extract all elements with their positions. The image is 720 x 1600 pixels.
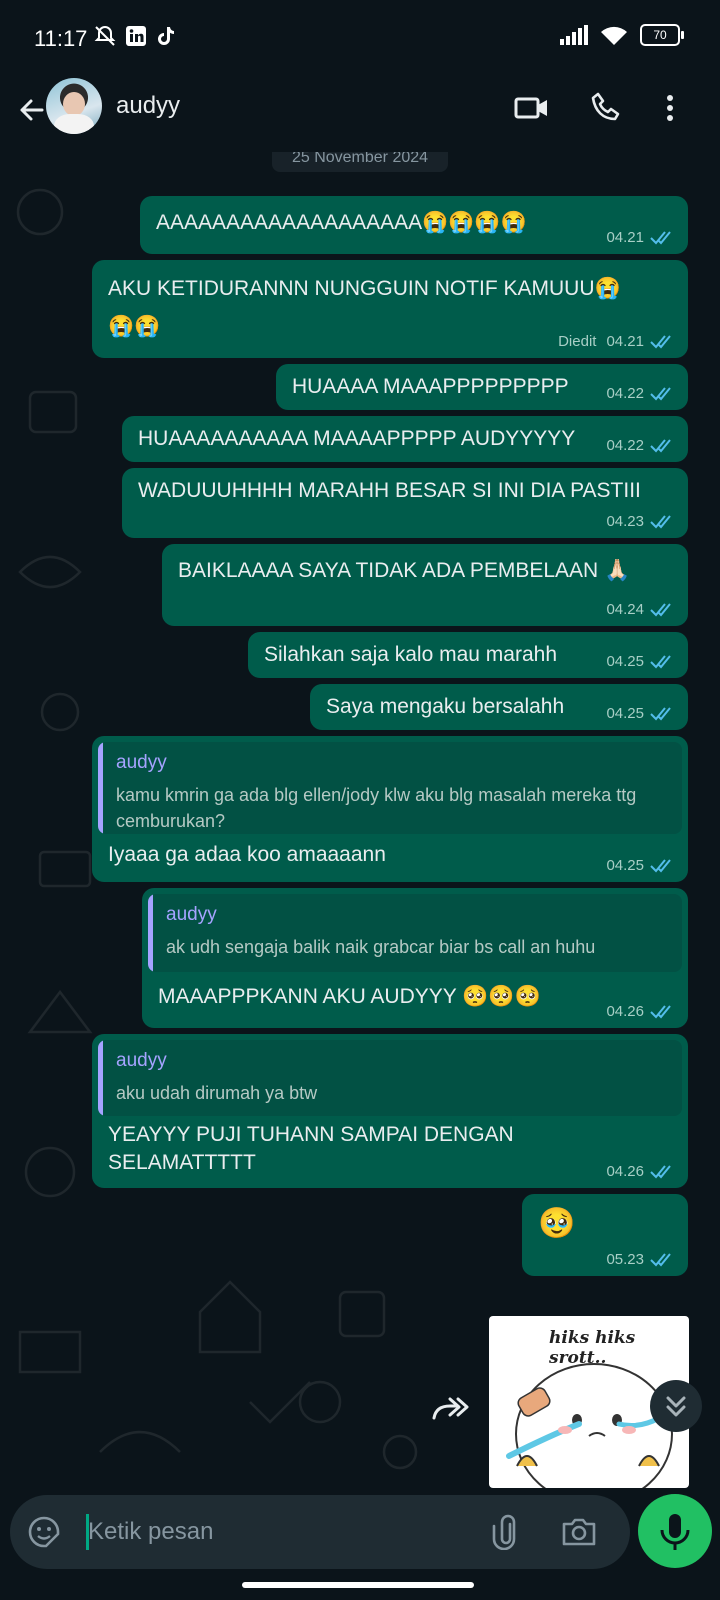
silent-bell-icon <box>94 25 116 46</box>
read-ticks-icon <box>650 514 671 528</box>
wifi-icon <box>601 26 627 45</box>
quoted-text: aku udah dirumah ya btw <box>116 1083 318 1103</box>
message-time: 05.23 <box>606 1251 644 1268</box>
read-ticks-icon <box>650 1252 671 1266</box>
quoted-text: kamu kmrin ga ada blg ellen/jody klw aku… <box>116 785 637 831</box>
message-time: 04.25 <box>606 857 644 874</box>
read-ticks-icon <box>650 386 671 400</box>
read-ticks-icon <box>650 1004 671 1018</box>
message-text: HUAAAAAAAAAA MAAAAPPPPP AUDYYYYY <box>138 427 576 450</box>
camera-icon[interactable] <box>560 1514 598 1550</box>
message-bubble[interactable]: BAIKLAAAA SAYA TIDAK ADA PEMBELAAN 🙏🏻 04… <box>162 544 688 626</box>
forward-icon[interactable] <box>426 1388 470 1432</box>
message-bubble[interactable]: HUAAAAAAAAAA MAAAAPPPPP AUDYYYYY 04.22 <box>122 416 688 462</box>
battery-indicator: 70 <box>640 24 684 46</box>
message-bubble[interactable]: HUAAAA MAAAPPPPPPPPP 04.22 <box>276 364 688 410</box>
more-options-icon[interactable] <box>650 88 690 128</box>
message-text: Saya mengaku bersalahh <box>326 695 565 718</box>
read-ticks-icon <box>650 334 671 348</box>
message-bubble[interactable]: WADUUUHHHH MARAHH BESAR SI INI DIA PASTI… <box>122 468 688 538</box>
reply-message-bubble[interactable]: audyy kamu kmrin ga ada blg ellen/jody k… <box>92 736 688 882</box>
tiktok-icon <box>158 27 174 45</box>
date-separator: 25 November 2024 <box>272 152 448 172</box>
voice-record-button[interactable] <box>638 1494 712 1568</box>
microphone-icon <box>660 1514 690 1550</box>
message-text: SELAMATTTTT <box>108 1151 256 1174</box>
quoted-message[interactable]: audyy kamu kmrin ga ada blg ellen/jody k… <box>98 742 682 834</box>
quoted-message[interactable]: audyy aku udah dirumah ya btw <box>98 1040 682 1116</box>
message-text: 😭😭 <box>108 315 161 338</box>
attach-icon[interactable] <box>488 1514 524 1550</box>
status-bar: 11:17 70 <box>0 0 720 72</box>
reply-message-bubble[interactable]: audyy ak udh sengaja balik naik grabcar … <box>142 888 688 1028</box>
double-chevron-down-icon <box>666 1396 686 1417</box>
quoted-sender: audyy <box>116 752 167 773</box>
message-bubble[interactable]: 🥹 05.23 <box>522 1194 688 1276</box>
signal-icon <box>560 25 588 45</box>
message-text: 🥹 <box>538 1207 576 1240</box>
message-bubble[interactable]: AKU KETIDURANNN NUNGGUIN NOTIF KAMUUU😭 😭… <box>92 260 688 358</box>
read-ticks-icon <box>650 602 671 616</box>
quoted-message[interactable]: audyy ak udh sengaja balik naik grabcar … <box>148 894 682 972</box>
linkedin-icon <box>126 26 146 46</box>
message-bubble[interactable]: AAAAAAAAAAAAAAAAAAA😭😭😭😭 04.21 <box>140 196 688 254</box>
message-time: 04.21 <box>606 333 644 350</box>
message-time: 04.26 <box>606 1003 644 1020</box>
message-input[interactable] <box>78 1495 498 1569</box>
status-time: 11:17 <box>34 26 88 51</box>
reply-message-bubble[interactable]: audyy aku udah dirumah ya btw YEAYYY PUJ… <box>92 1034 688 1188</box>
chat-area[interactable]: 25 November 2024 AAAAAAAAAAAAAAAAAAA😭😭😭😭… <box>0 152 720 1495</box>
message-time: 04.25 <box>606 653 644 670</box>
read-ticks-icon <box>650 706 671 720</box>
message-composer <box>10 1495 630 1569</box>
message-text: Silahkan saja kalo mau marahh <box>264 643 557 666</box>
message-time: 04.21 <box>606 229 644 246</box>
video-call-icon[interactable] <box>512 88 552 128</box>
read-ticks-icon <box>650 1164 671 1178</box>
chat-header: audyy <box>0 72 720 152</box>
read-ticks-icon <box>650 230 671 244</box>
read-ticks-icon <box>650 654 671 668</box>
avatar[interactable] <box>46 78 102 134</box>
message-text: WADUUUHHHH MARAHH BESAR SI INI DIA PASTI… <box>138 479 641 502</box>
message-time: 04.22 <box>606 437 644 454</box>
quoted-text: ak udh sengaja balik naik grabcar biar b… <box>166 937 596 957</box>
message-time: 04.26 <box>606 1163 644 1180</box>
read-ticks-icon <box>650 438 671 452</box>
emoji-sticker-icon[interactable] <box>26 1514 62 1550</box>
home-gesture-handle[interactable] <box>242 1582 474 1588</box>
message-bubble[interactable]: Silahkan saja kalo mau marahh 04.25 <box>248 632 688 678</box>
quoted-sender: audyy <box>166 904 217 925</box>
message-time: 04.23 <box>606 513 644 530</box>
phone-call-icon[interactable] <box>586 88 626 128</box>
message-text: YEAYYY PUJI TUHANN SAMPAI DENGAN <box>108 1123 514 1146</box>
message-time: 04.25 <box>606 705 644 722</box>
message-text: AKU KETIDURANNN NUNGGUIN NOTIF KAMUUU😭 <box>108 277 621 300</box>
message-time: 04.24 <box>606 601 644 618</box>
message-text: BAIKLAAAA SAYA TIDAK ADA PEMBELAAN 🙏🏻 <box>178 559 631 582</box>
message-bubble[interactable]: Saya mengaku bersalahh 04.25 <box>310 684 688 730</box>
message-text: HUAAAA MAAAPPPPPPPPP <box>292 375 569 398</box>
message-text: Iyaaa ga adaa koo amaaaann <box>108 843 386 866</box>
read-ticks-icon <box>650 858 671 872</box>
message-text: MAAAPPPKANN AKU AUDYYY 🥺🥺🥺 <box>158 985 541 1008</box>
quoted-sender: audyy <box>116 1050 167 1071</box>
message-text: AAAAAAAAAAAAAAAAAAA😭😭😭😭 <box>156 211 527 234</box>
edited-label: Diedit <box>558 333 597 350</box>
scroll-to-bottom-button[interactable] <box>650 1380 702 1432</box>
contact-name[interactable]: audyy <box>116 92 180 120</box>
system-nav-bar <box>0 1570 720 1600</box>
message-time: 04.22 <box>606 385 644 402</box>
